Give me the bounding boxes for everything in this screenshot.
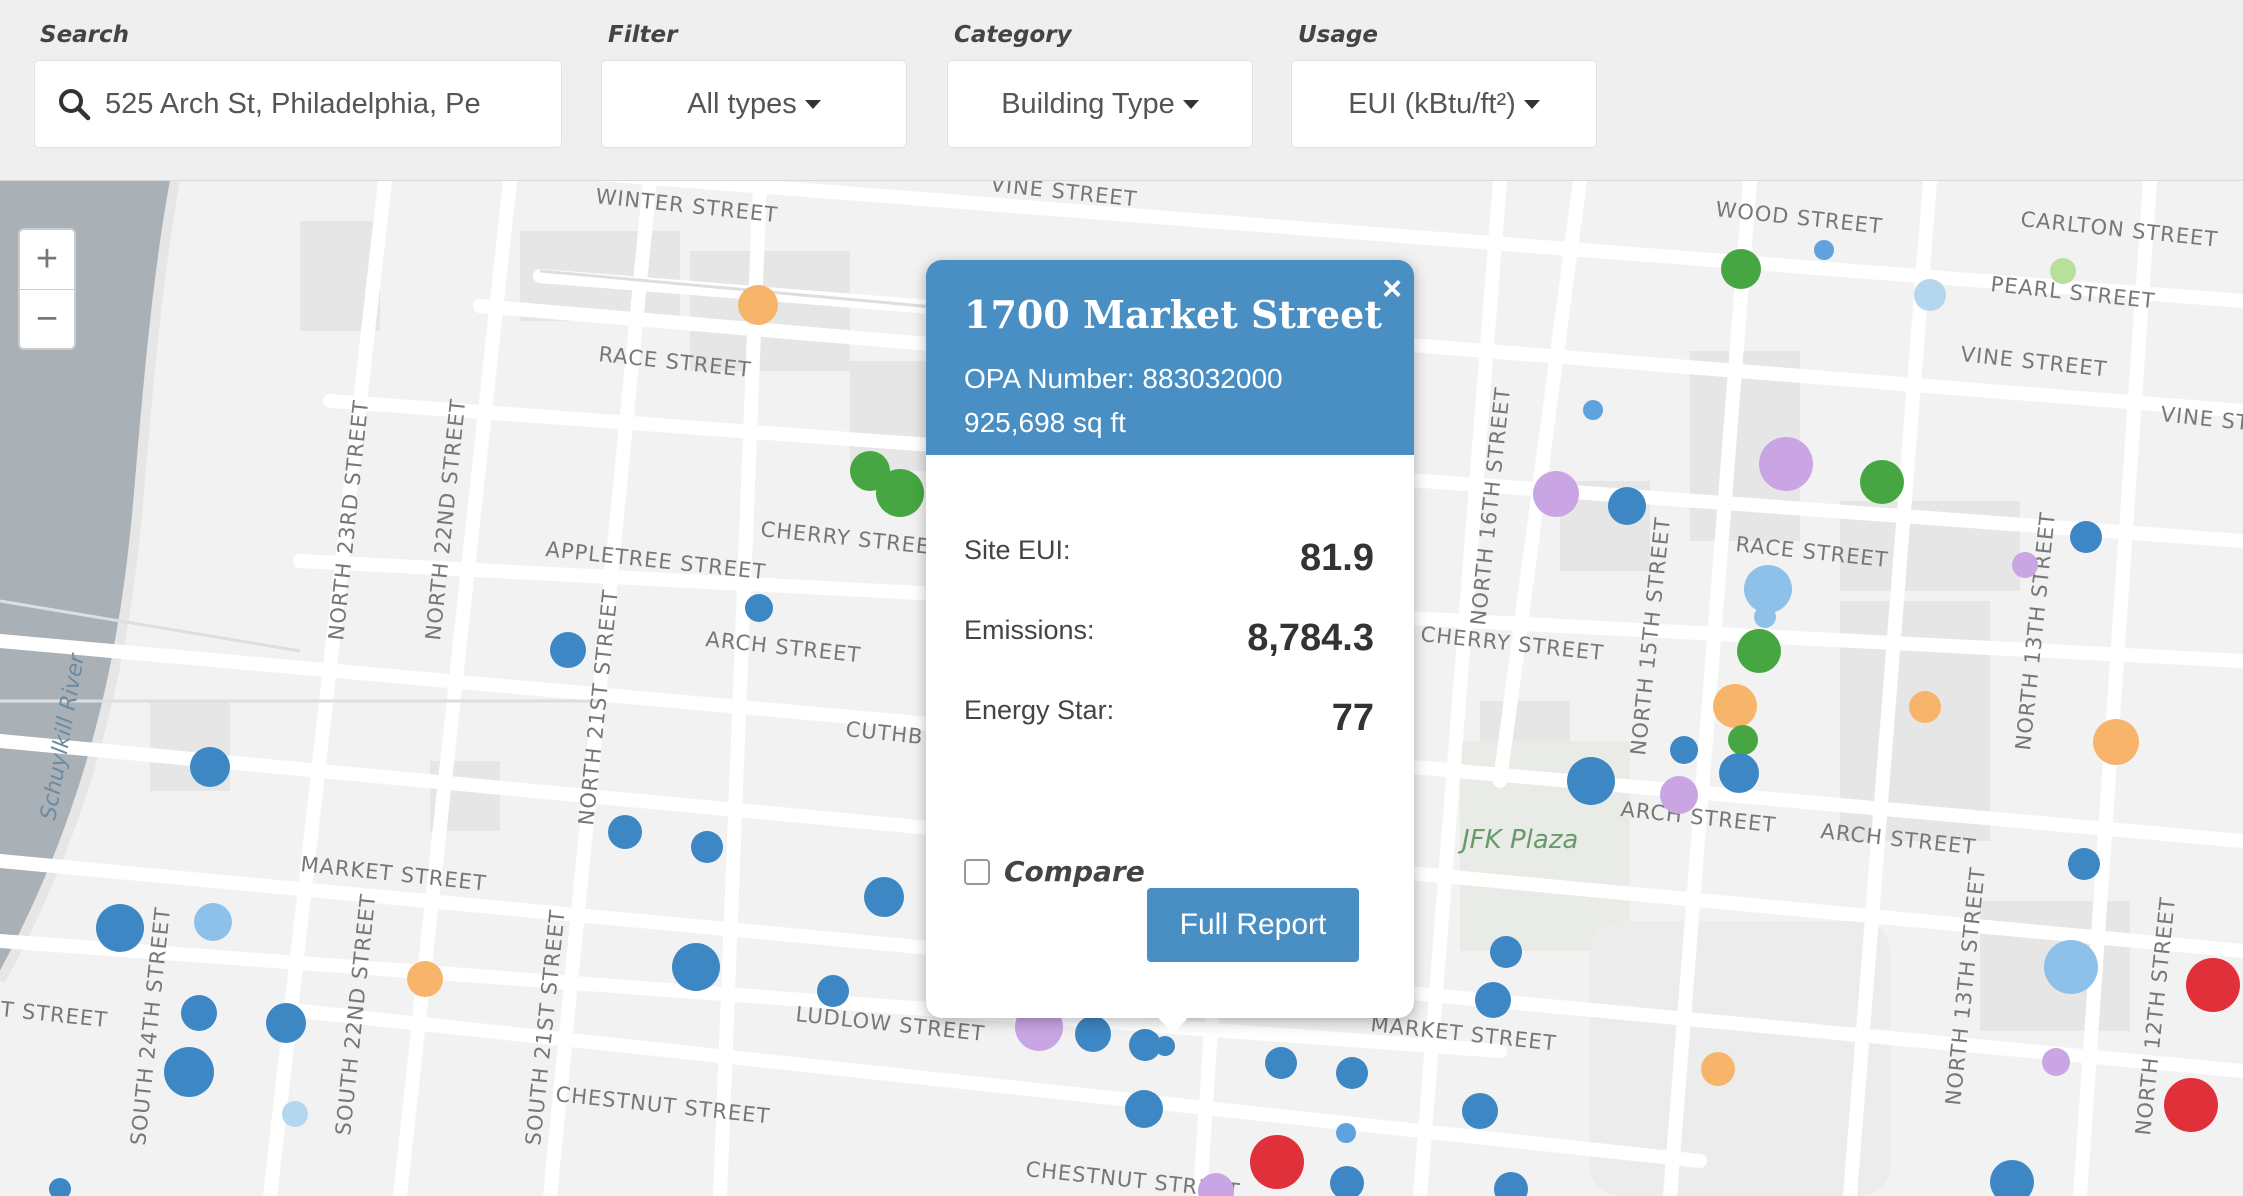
building-marker[interactable] <box>2093 719 2139 765</box>
building-marker[interactable] <box>817 975 849 1007</box>
building-marker[interactable] <box>2186 958 2240 1012</box>
opa-number: OPA Number: 883032000 <box>964 363 1283 394</box>
energy-star-value: 77 <box>1331 697 1374 739</box>
building-marker[interactable] <box>1533 471 1579 517</box>
building-marker[interactable] <box>2070 521 2102 553</box>
building-marker[interactable] <box>1250 1135 1304 1189</box>
usage-label: Usage <box>1298 22 1378 48</box>
compare-checkbox[interactable]: Compare <box>964 855 1145 888</box>
building-marker[interactable] <box>1719 753 1759 793</box>
building-marker[interactable] <box>1660 776 1698 814</box>
filter-label: Filter <box>608 22 678 48</box>
building-marker[interactable] <box>181 995 217 1031</box>
search-input-value: 525 Arch St, Philadelphia, Pe <box>105 87 481 120</box>
search-label: Search <box>40 22 130 48</box>
site-eui-value: 81.9 <box>1300 537 1374 579</box>
popup-header: 1700 Market Street OPA Number: 883032000… <box>926 260 1414 455</box>
close-icon[interactable]: × <box>1382 270 1402 309</box>
building-marker[interactable] <box>1814 240 1834 260</box>
emissions-label: Emissions: <box>964 615 1095 645</box>
building-marker[interactable] <box>282 1101 308 1127</box>
building-marker[interactable] <box>1728 725 1758 755</box>
building-marker[interactable] <box>1914 279 1946 311</box>
building-marker[interactable] <box>1701 1052 1735 1086</box>
building-marker[interactable] <box>2044 940 2098 994</box>
building-marker[interactable] <box>864 877 904 917</box>
building-marker[interactable] <box>876 469 924 517</box>
park-label: JFK Plaza <box>1457 825 1578 855</box>
full-report-button[interactable]: Full Report <box>1147 888 1359 962</box>
search-icon <box>59 89 91 121</box>
building-marker[interactable] <box>2050 258 2076 284</box>
energy-star-label: Energy Star: <box>964 695 1115 725</box>
building-marker[interactable] <box>1608 487 1646 525</box>
filter-dropdown[interactable]: All types <box>601 60 907 148</box>
zoom-control: + − <box>18 228 76 350</box>
building-marker[interactable] <box>266 1003 306 1043</box>
popup-title: 1700 Market Street <box>964 292 1382 337</box>
building-marker[interactable] <box>190 747 230 787</box>
building-marker[interactable] <box>164 1047 214 1097</box>
building-marker[interactable] <box>1462 1093 1498 1129</box>
compare-label: Compare <box>1004 855 1145 888</box>
building-marker[interactable] <box>2042 1048 2070 1076</box>
building-marker[interactable] <box>745 594 773 622</box>
zoom-out-button[interactable]: − <box>20 290 74 349</box>
building-marker[interactable] <box>2164 1078 2218 1132</box>
square-footage: 925,698 sq ft <box>964 407 1126 438</box>
building-marker[interactable] <box>1759 437 1813 491</box>
building-marker[interactable] <box>2012 552 2038 578</box>
site-eui-label: Site EUI: <box>964 535 1071 565</box>
building-marker[interactable] <box>1860 460 1904 504</box>
building-marker[interactable] <box>1583 400 1603 420</box>
building-marker[interactable] <box>1075 1016 1111 1052</box>
zoom-in-button[interactable]: + <box>20 230 74 290</box>
building-marker[interactable] <box>1909 691 1941 723</box>
chevron-down-icon <box>1182 99 1199 109</box>
building-marker[interactable] <box>2068 848 2100 880</box>
chevron-down-icon <box>1523 99 1540 109</box>
building-marker[interactable] <box>1490 936 1522 968</box>
category-label: Category <box>954 22 1072 48</box>
building-marker[interactable] <box>1265 1047 1297 1079</box>
emissions-value: 8,784.3 <box>1247 617 1374 659</box>
building-marker[interactable] <box>1737 629 1781 673</box>
building-marker[interactable] <box>1744 565 1792 613</box>
building-marker[interactable] <box>1475 982 1511 1018</box>
building-marker[interactable] <box>1336 1057 1368 1089</box>
building-marker[interactable] <box>1670 736 1698 764</box>
usage-dropdown-value: EUI (kBtu/ft²) <box>1348 87 1516 120</box>
building-marker[interactable] <box>1754 606 1776 628</box>
filter-toolbar: Search 525 Arch St, Philadelphia, Pe Fil… <box>0 0 2243 181</box>
building-marker[interactable] <box>194 903 232 941</box>
category-dropdown[interactable]: Building Type <box>947 60 1253 148</box>
chevron-down-icon <box>804 99 821 109</box>
building-marker[interactable] <box>672 943 720 991</box>
building-marker[interactable] <box>1567 757 1615 805</box>
building-popup: 1700 Market Street OPA Number: 883032000… <box>926 260 1414 1034</box>
building-marker[interactable] <box>96 904 144 952</box>
search-input[interactable]: 525 Arch St, Philadelphia, Pe <box>34 60 562 148</box>
building-marker[interactable] <box>738 285 778 325</box>
building-marker[interactable] <box>691 831 723 863</box>
building-marker[interactable] <box>1125 1090 1163 1128</box>
building-marker[interactable] <box>1336 1123 1356 1143</box>
filter-dropdown-value: All types <box>687 87 797 120</box>
building-marker[interactable] <box>407 961 443 997</box>
popup-pointer <box>1153 1012 1193 1034</box>
building-marker[interactable] <box>1155 1036 1175 1056</box>
building-marker[interactable] <box>608 815 642 849</box>
checkbox-icon[interactable] <box>964 858 990 885</box>
building-marker[interactable] <box>1721 249 1761 289</box>
building-marker[interactable] <box>550 632 586 668</box>
usage-dropdown[interactable]: EUI (kBtu/ft²) <box>1291 60 1597 148</box>
category-dropdown-value: Building Type <box>1001 87 1175 120</box>
building-marker[interactable] <box>1713 684 1757 728</box>
